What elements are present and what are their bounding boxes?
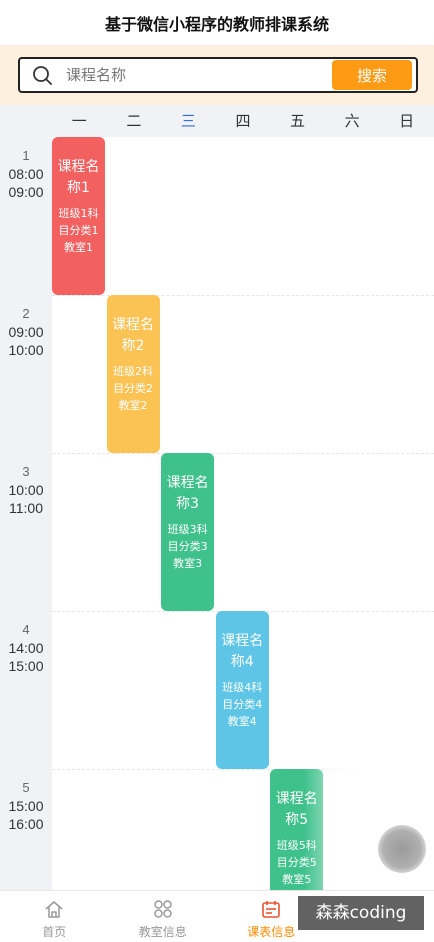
weekday-label: 一 xyxy=(71,112,87,130)
tab-home[interactable]: 首页 xyxy=(0,891,109,942)
time-slot: 1 08:00 09:00 xyxy=(0,147,52,201)
slot-time: 15:00 xyxy=(8,658,44,674)
search-input[interactable] xyxy=(66,59,346,91)
course-card[interactable]: 课程名称1 班级1科目分类1教室1 xyxy=(52,137,105,295)
timetable: 一 二 三 四 五 六 日 1 08:00 09:00 2 09:00 10:00 3 10:00 11:0… xyxy=(0,105,434,890)
weekday-label: 四 xyxy=(235,112,251,130)
slot-time: 08:00 xyxy=(8,166,44,182)
slot-time: 15:00 xyxy=(8,798,44,814)
course-info: 班级1科目分类1教室1 xyxy=(58,207,99,254)
slot-index: 4 xyxy=(22,622,30,637)
time-slot: 3 10:00 11:00 xyxy=(0,463,52,517)
title-bar: 基于微信小程序的教师排课系统 xyxy=(0,0,434,45)
slot-index: 5 xyxy=(22,780,30,795)
weekday-label: 五 xyxy=(290,112,306,130)
search-icon xyxy=(33,66,52,85)
time-slot: 4 14:00 15:00 xyxy=(0,621,52,675)
slot-index: 2 xyxy=(22,306,30,321)
floating-button[interactable] xyxy=(378,825,426,873)
row-divider xyxy=(52,453,434,454)
slot-time: 14:00 xyxy=(8,640,44,656)
course-info: 班级2科目分类2教室2 xyxy=(113,365,154,412)
time-slot: 5 15:00 16:00 xyxy=(0,779,52,833)
slot-time: 10:00 xyxy=(8,342,44,358)
course-info: 班级3科目分类3教室3 xyxy=(167,523,208,570)
course-name: 课程名称1 xyxy=(57,159,100,196)
tab-label: 课表信息 xyxy=(247,925,296,939)
slot-time: 09:00 xyxy=(8,184,44,200)
course-card[interactable]: 课程名称3 班级3科目分类3教室3 xyxy=(161,453,215,611)
slot-time: 11:00 xyxy=(9,500,43,516)
tab-label: 首页 xyxy=(42,925,67,939)
weekday-label: 六 xyxy=(344,112,360,130)
tab-label: 教室信息 xyxy=(138,925,187,939)
slot-index: 1 xyxy=(22,148,30,163)
weekday-label: 三 xyxy=(180,112,196,130)
watermark: 森森coding xyxy=(298,896,424,930)
page-title: 基于微信小程序的教师排课系统 xyxy=(104,14,329,34)
time-slot: 2 09:00 10:00 xyxy=(0,305,52,359)
course-name: 课程名称3 xyxy=(166,475,209,512)
search-box: 搜索 xyxy=(18,57,418,93)
course-name: 课程名称4 xyxy=(221,633,264,670)
slot-time: 10:00 xyxy=(8,482,44,498)
course-name: 课程名称2 xyxy=(112,317,155,354)
weekday-label: 日 xyxy=(399,112,415,130)
search-area: 搜索 xyxy=(0,45,434,105)
tab-grid[interactable]: 教室信息 xyxy=(109,891,218,942)
search-button[interactable]: 搜索 xyxy=(332,60,412,90)
slot-time: 16:00 xyxy=(8,816,44,832)
weekday-header: 一二三四五六日 xyxy=(52,105,434,137)
overlay-fade xyxy=(304,765,434,890)
calendar-icon xyxy=(262,901,281,918)
home-icon xyxy=(45,901,63,918)
course-info: 班级4科目分类4教室4 xyxy=(222,681,263,728)
course-card[interactable]: 课程名称2 班级2科目分类2教室2 xyxy=(106,295,160,453)
weekday-label: 二 xyxy=(126,112,142,130)
slot-time: 09:00 xyxy=(8,324,44,340)
course-card[interactable]: 课程名称4 班级4科目分类4教室4 xyxy=(215,611,269,769)
time-column: 1 08:00 09:00 2 09:00 10:00 3 10:00 11:00 4 14:00 1… xyxy=(0,137,52,890)
slot-index: 3 xyxy=(22,464,30,479)
grid-icon xyxy=(154,900,172,918)
